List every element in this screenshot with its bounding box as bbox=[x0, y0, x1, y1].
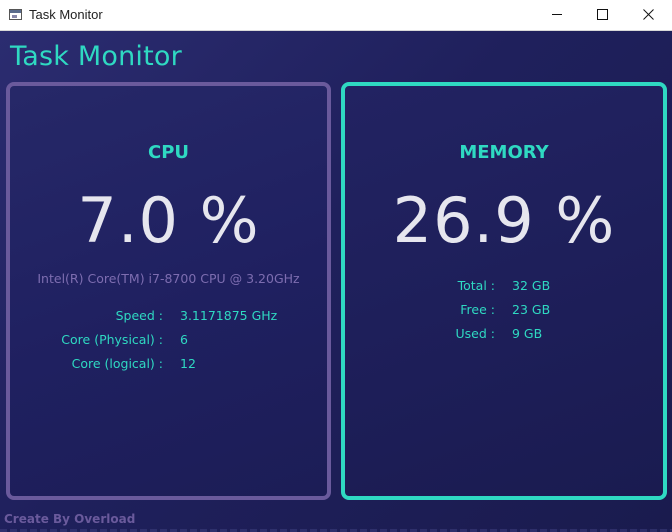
stat-label: Core (Physical) : bbox=[61, 332, 163, 347]
app-icon bbox=[9, 9, 22, 20]
minimize-icon bbox=[552, 14, 562, 15]
stat-label: Core (logical) : bbox=[71, 356, 163, 371]
maximize-button[interactable] bbox=[580, 0, 626, 30]
cpu-panel: CPU 7.0 % Intel(R) Core(TM) i7-8700 CPU … bbox=[6, 82, 331, 500]
title-bar: Task Monitor bbox=[0, 0, 672, 31]
maximize-icon bbox=[597, 9, 608, 20]
stat-value: 9 GB bbox=[512, 326, 543, 341]
stat-value: 3.1171875 GHz bbox=[180, 308, 278, 323]
stat-label: Speed : bbox=[115, 308, 163, 323]
cpu-core-physical-row: Core (Physical) : bbox=[10, 332, 163, 350]
memory-usage-value: 26.9 % bbox=[392, 184, 616, 257]
memory-used-row: Used : bbox=[345, 326, 495, 344]
stat-label: Free : bbox=[460, 302, 495, 317]
memory-title: MEMORY bbox=[459, 142, 549, 163]
stat-value: 23 GB bbox=[512, 302, 551, 317]
main-content: Task Monitor CPU 7.0 % Intel(R) Core(TM)… bbox=[0, 31, 672, 532]
close-icon bbox=[643, 9, 654, 20]
memory-total-row: Total : bbox=[345, 278, 495, 296]
minimize-button[interactable] bbox=[535, 0, 581, 30]
memory-panel: MEMORY 26.9 % Total : 32 GB Free : 23 GB… bbox=[341, 82, 667, 500]
stat-value: 32 GB bbox=[512, 278, 551, 293]
cpu-model-name: Intel(R) Core(TM) i7-8700 CPU @ 3.20GHz bbox=[37, 271, 300, 286]
window-title: Task Monitor bbox=[29, 7, 103, 22]
stat-value: 12 bbox=[180, 356, 196, 371]
stat-value: 6 bbox=[180, 332, 188, 347]
memory-free-row: Free : bbox=[345, 302, 495, 320]
cpu-usage-value: 7.0 % bbox=[77, 184, 260, 257]
footer-credit: Create By Overload bbox=[4, 512, 136, 526]
stat-label: Total : bbox=[457, 278, 495, 293]
close-button[interactable] bbox=[626, 0, 672, 30]
page-title: Task Monitor bbox=[10, 41, 182, 72]
cpu-core-logical-row: Core (logical) : bbox=[10, 356, 163, 374]
stat-label: Used : bbox=[455, 326, 495, 341]
cpu-speed-row: Speed : bbox=[10, 308, 163, 326]
cpu-title: CPU bbox=[147, 142, 190, 163]
